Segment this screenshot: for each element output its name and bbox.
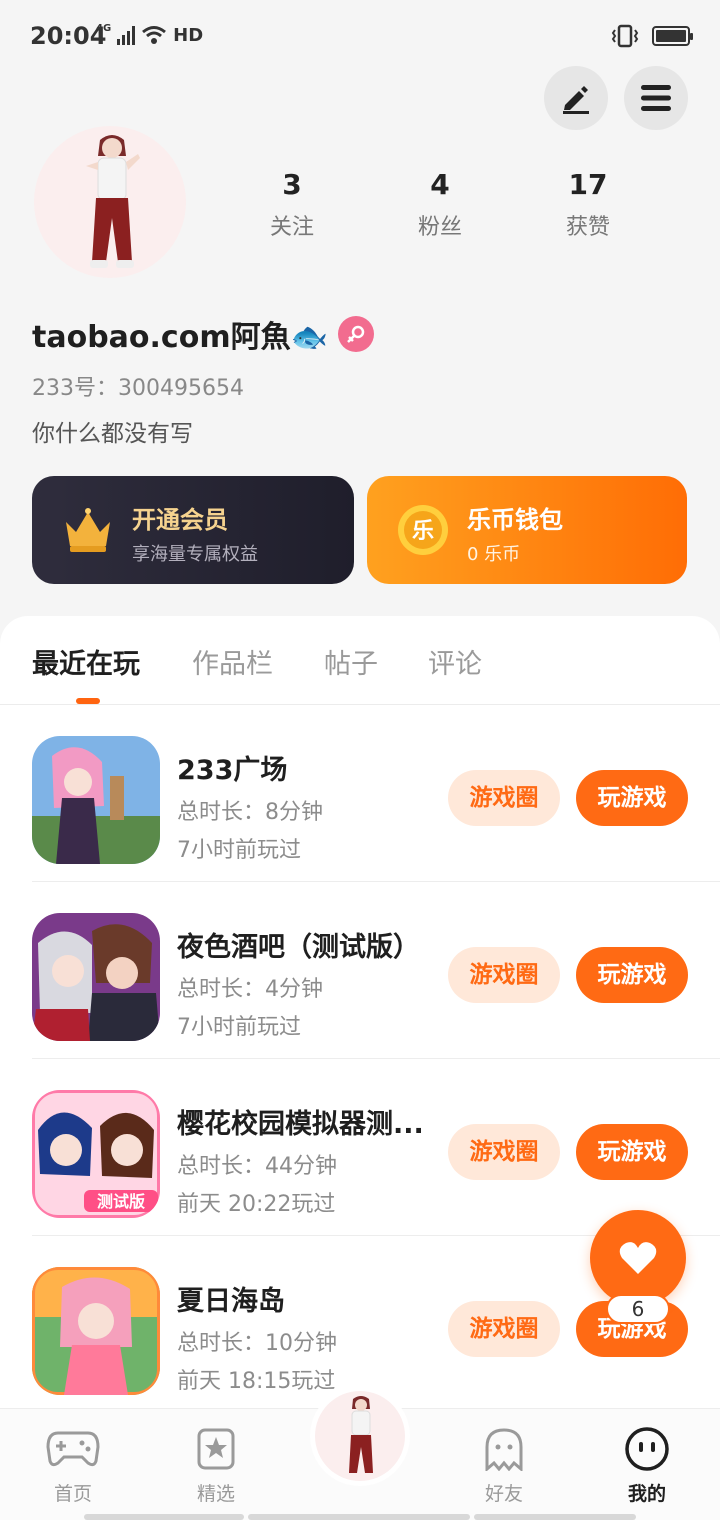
game-thumbnail[interactable]: 测试版 [32,1090,160,1218]
avatar-character-image [86,135,140,268]
nav-label: 首页 [53,1483,92,1505]
like-float-button[interactable] [590,1210,686,1306]
status-bar: 20:04 4G HD [0,0,720,72]
tab-comments[interactable]: 评论 [428,642,482,681]
game-title: 夏日海岛 [177,1286,285,1317]
wifi-icon [142,26,167,44]
pencil-icon [563,86,589,114]
nav-friends[interactable]: 好友 [449,1425,559,1506]
hd-indicator: HD [173,24,204,46]
star-bookmark-icon [197,1428,235,1470]
heart-icon [619,1242,657,1274]
crown-icon [66,508,110,552]
profile-avatar[interactable] [34,126,186,278]
username: taobao.com阿魚🐟 [32,320,328,355]
game-thumbnail[interactable] [32,1267,160,1395]
wallet-balance: 0 乐币 [467,544,521,565]
game-row[interactable]: 233广场 总时长：8分钟 7小时前玩过 游戏圈 玩游戏 [0,706,720,882]
wallet-card[interactable]: 乐 乐币钱包 0 乐币 [367,476,687,584]
game-row[interactable]: 夜色酒吧（测试版） 总时长：4分钟 7小时前玩过 游戏圈 玩游戏 [0,883,720,1059]
nav-label: 好友 [484,1483,523,1505]
gesture-bar [248,1514,470,1520]
game-last-played: 前天 18:15玩过 [177,1369,336,1394]
face-icon [625,1427,669,1471]
nav-label: 我的 [627,1483,666,1505]
female-gender-icon [337,316,374,352]
game-row[interactable]: 测试版 樱花校园模拟器测... 总时长：44分钟 前天 20:22玩过 游戏圈 … [0,1060,720,1236]
wallet-title: 乐币钱包 [467,506,563,534]
gesture-bar [474,1514,636,1520]
menu-button[interactable] [624,66,688,130]
nav-featured[interactable]: 精选 [161,1425,271,1506]
signal-icon [117,25,136,45]
game-thumbnail[interactable] [32,736,160,864]
game-last-played: 7小时前玩过 [177,1015,301,1040]
stat-number: 3 [282,168,302,201]
tab-posts[interactable]: 帖子 [324,642,378,681]
vip-subtitle: 享海量专属权益 [132,544,258,565]
stat-followers[interactable]: 4 粉丝 [380,168,500,241]
user-id: 233号：300495654 [32,376,244,401]
play-game-button[interactable]: 玩游戏 [576,770,688,826]
play-game-button[interactable]: 玩游戏 [576,947,688,1003]
gamepad-icon [46,1431,100,1467]
nav-mine[interactable]: 我的 [592,1425,702,1506]
game-title: 夜色酒吧（测试版） [177,932,420,963]
like-count-badge: 6 [606,1294,670,1324]
game-duration: 总时长：44分钟 [177,1154,337,1179]
tab-recently-played[interactable]: 最近在玩 [32,642,140,681]
vibrate-icon [611,24,639,48]
game-duration: 总时长：8分钟 [177,800,323,825]
hamburger-icon [641,85,671,111]
stat-likes[interactable]: 17 获赞 [528,168,648,241]
game-circle-button[interactable]: 游戏圈 [448,770,560,826]
content-panel: 最近在玩 作品栏 帖子 评论 233广场 总时长：8分钟 7小时前玩过 游戏圈 … [0,616,720,1520]
vip-title: 开通会员 [132,506,228,534]
game-title: 樱花校园模拟器测... [177,1109,424,1140]
tab-works[interactable]: 作品栏 [192,642,273,681]
game-circle-button[interactable]: 游戏圈 [448,1124,560,1180]
avatar-character-image [349,1396,373,1473]
stat-label: 获赞 [565,215,610,240]
vip-membership-card[interactable]: 开通会员 享海量专属权益 [32,476,354,584]
stat-label: 关注 [269,215,314,240]
stat-label: 粉丝 [417,215,462,240]
game-title: 233广场 [177,755,288,786]
status-icons: 4G HD [96,24,203,46]
network-type: 4G [96,23,112,34]
tab-divider [0,704,720,705]
stat-number: 4 [430,168,450,201]
game-circle-button[interactable]: 游戏圈 [448,1301,560,1357]
battery-icon [652,26,693,46]
coin-char: 乐 [412,519,434,544]
profile-bio[interactable]: 你什么都没有写 [32,414,193,448]
edit-profile-button[interactable] [544,66,608,130]
status-time: 20:04 [30,22,107,50]
status-right [610,24,693,48]
game-duration: 总时长：10分钟 [177,1331,337,1356]
thumb-test-tag: 测试版 [97,1192,145,1211]
nav-home[interactable]: 首页 [18,1425,128,1506]
stat-number: 17 [568,168,608,201]
game-duration: 总时长：4分钟 [177,977,323,1002]
game-thumbnail[interactable] [32,913,160,1041]
nav-avatar-button[interactable] [310,1386,410,1486]
game-circle-button[interactable]: 游戏圈 [448,947,560,1003]
nav-label: 精选 [196,1483,235,1505]
gesture-bar [84,1514,244,1520]
username-row: taobao.com阿魚🐟 [32,312,374,356]
coin-icon: 乐 [398,505,448,555]
ghost-icon [485,1428,523,1471]
stat-following[interactable]: 3 关注 [232,168,352,241]
game-last-played: 7小时前玩过 [177,838,301,863]
play-game-button[interactable]: 玩游戏 [576,1124,688,1180]
battery-level [656,30,686,42]
game-last-played: 前天 20:22玩过 [177,1192,336,1217]
